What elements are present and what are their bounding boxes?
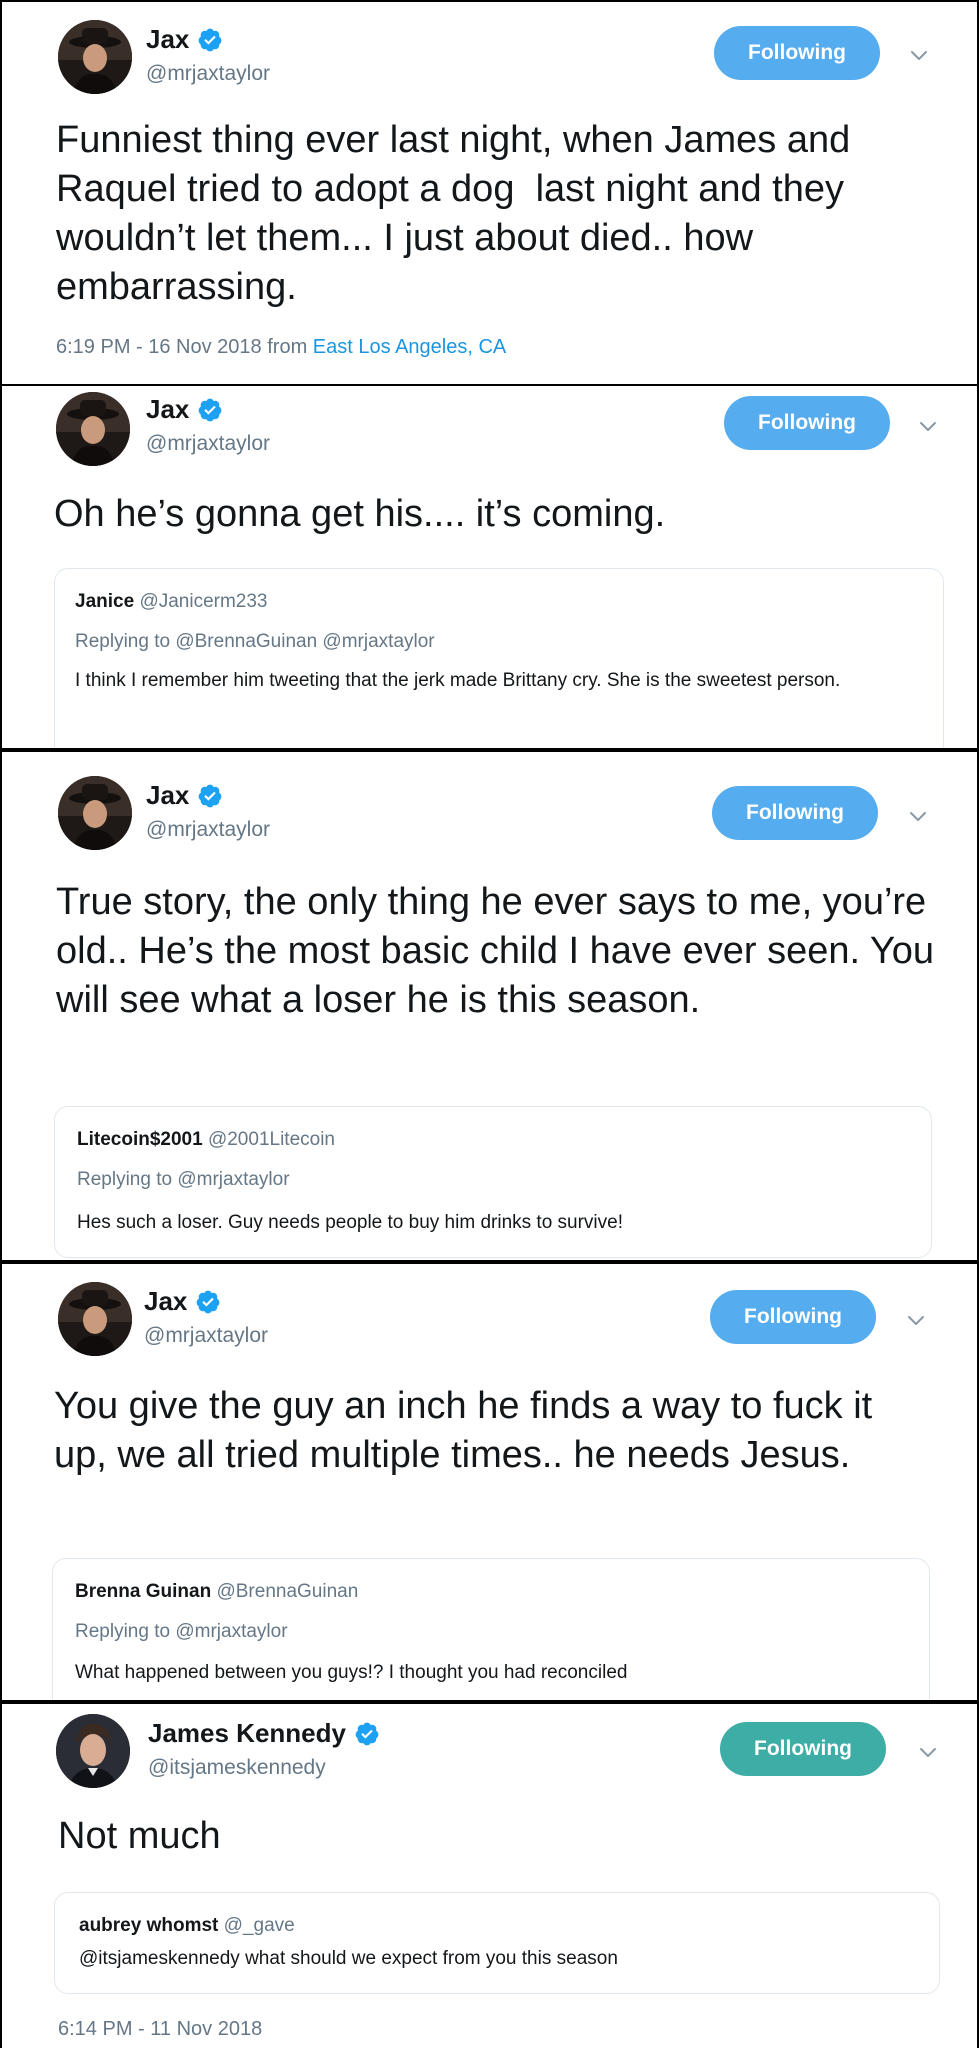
avatar-image	[56, 1714, 130, 1788]
avatar-image	[58, 776, 132, 850]
quoted-author: Janice @Janicerm233	[75, 591, 268, 613]
author-name[interactable]: Jax	[146, 24, 189, 55]
avatar[interactable]	[58, 1282, 132, 1356]
quoted-author: aubrey whomst @_gave	[79, 1915, 295, 1937]
quoted-text: What happened between you guys!? I thoug…	[75, 1662, 628, 1683]
tweet-text: Funniest thing ever last night, when Jam…	[56, 119, 861, 308]
tweet-1: Jax @mrjaxtaylor Following Funniest thin…	[2, 2, 977, 384]
chevron-down-icon[interactable]	[914, 1738, 942, 1766]
quoted-author-name: Litecoin$2001	[77, 1129, 203, 1150]
verified-badge-icon	[354, 1721, 380, 1747]
author-handle[interactable]: @mrjaxtaylor	[146, 818, 270, 842]
author-handle[interactable]: @itsjameskennedy	[148, 1756, 326, 1780]
tweet-timestamp: 6:14 PM - 11 Nov 2018	[58, 2018, 262, 2041]
replying-to: Replying to @mrjaxtaylor	[75, 1621, 288, 1642]
verified-badge-icon	[197, 397, 223, 423]
quoted-author-handle: @_gave	[223, 1915, 295, 1936]
tweet-2: Jax @mrjaxtaylor Following Oh he’s gonna…	[2, 386, 977, 748]
following-button[interactable]: Following	[712, 786, 878, 840]
quoted-author-handle: @BrennaGuinan	[216, 1581, 359, 1602]
quoted-tweet[interactable]: aubrey whomst @_gave @itsjameskennedy wh…	[54, 1892, 940, 1994]
quoted-text: @itsjameskennedy what should we expect f…	[79, 1948, 618, 1969]
quoted-tweet[interactable]: Brenna Guinan @BrennaGuinan Replying to …	[52, 1558, 930, 1700]
tweet-timestamp: 6:19 PM - 16 Nov 2018 from East Los Ange…	[56, 336, 506, 359]
author-name[interactable]: Jax	[144, 1286, 187, 1317]
author-name-row[interactable]: Jax	[146, 24, 223, 55]
author-name-row[interactable]: James Kennedy	[148, 1718, 380, 1749]
tweet-text: Not much	[58, 1815, 221, 1857]
author-name[interactable]: Jax	[146, 780, 189, 811]
chevron-down-icon[interactable]	[905, 41, 933, 69]
verified-badge-icon	[197, 783, 223, 809]
quoted-text: I think I remember him tweeting that the…	[75, 670, 841, 691]
author-handle[interactable]: @mrjaxtaylor	[144, 1324, 268, 1348]
avatar[interactable]	[58, 20, 132, 94]
quoted-tweet[interactable]: Janice @Janicerm233 Replying to @BrennaG…	[54, 568, 944, 748]
chevron-down-icon[interactable]	[902, 1306, 930, 1334]
avatar-image	[56, 392, 130, 466]
tweet-text: You give the guy an inch he finds a way …	[54, 1385, 883, 1476]
author-name-row[interactable]: Jax	[146, 780, 223, 811]
verified-badge-icon	[195, 1289, 221, 1315]
tweet-4: Jax @mrjaxtaylor Following You give the …	[2, 1264, 977, 1700]
author-handle[interactable]: @mrjaxtaylor	[146, 62, 270, 86]
chevron-down-icon[interactable]	[904, 802, 932, 830]
chevron-down-icon[interactable]	[914, 412, 942, 440]
quoted-author: Brenna Guinan @BrennaGuinan	[75, 1581, 358, 1603]
following-button[interactable]: Following	[710, 1290, 876, 1344]
replying-to: Replying to @BrennaGuinan @mrjaxtaylor	[75, 631, 435, 652]
following-button[interactable]: Following	[714, 26, 880, 80]
verified-badge-icon	[197, 27, 223, 53]
quoted-author-name: Janice	[75, 591, 135, 612]
avatar[interactable]	[56, 392, 130, 466]
tweet-text: True story, the only thing he ever says …	[56, 881, 945, 1021]
following-button[interactable]: Following	[720, 1722, 886, 1776]
quoted-author-handle: @Janicerm233	[139, 591, 268, 612]
author-name[interactable]: James Kennedy	[148, 1718, 346, 1749]
avatar[interactable]	[56, 1714, 130, 1788]
avatar-image	[58, 1282, 132, 1356]
author-name-row[interactable]: Jax	[144, 1286, 221, 1317]
location-link[interactable]: East Los Angeles, CA	[313, 336, 506, 358]
author-handle[interactable]: @mrjaxtaylor	[146, 432, 270, 456]
tweet-3: Jax @mrjaxtaylor Following True story, t…	[2, 752, 977, 1260]
tweet-5: James Kennedy @itsjameskennedy Following…	[2, 1704, 977, 2048]
timestamp-text[interactable]: 6:14 PM - 11 Nov 2018	[58, 2018, 262, 2040]
author-name-row[interactable]: Jax	[146, 394, 223, 425]
quoted-text: Hes such a loser. Guy needs people to bu…	[77, 1212, 623, 1233]
timestamp-text[interactable]: 6:19 PM - 16 Nov 2018 from	[56, 336, 313, 358]
author-name[interactable]: Jax	[146, 394, 189, 425]
tweet-text: Oh he’s gonna get his.... it’s coming.	[54, 493, 666, 535]
quoted-author-name: aubrey whomst	[79, 1915, 219, 1936]
quoted-tweet[interactable]: Litecoin$2001 @2001Litecoin Replying to …	[54, 1106, 932, 1258]
quoted-author: Litecoin$2001 @2001Litecoin	[77, 1129, 335, 1151]
following-button[interactable]: Following	[724, 396, 890, 450]
avatar-image	[58, 20, 132, 94]
quoted-author-name: Brenna Guinan	[75, 1581, 212, 1602]
avatar[interactable]	[58, 776, 132, 850]
quoted-author-handle: @2001Litecoin	[207, 1129, 335, 1150]
replying-to: Replying to @mrjaxtaylor	[77, 1169, 290, 1190]
